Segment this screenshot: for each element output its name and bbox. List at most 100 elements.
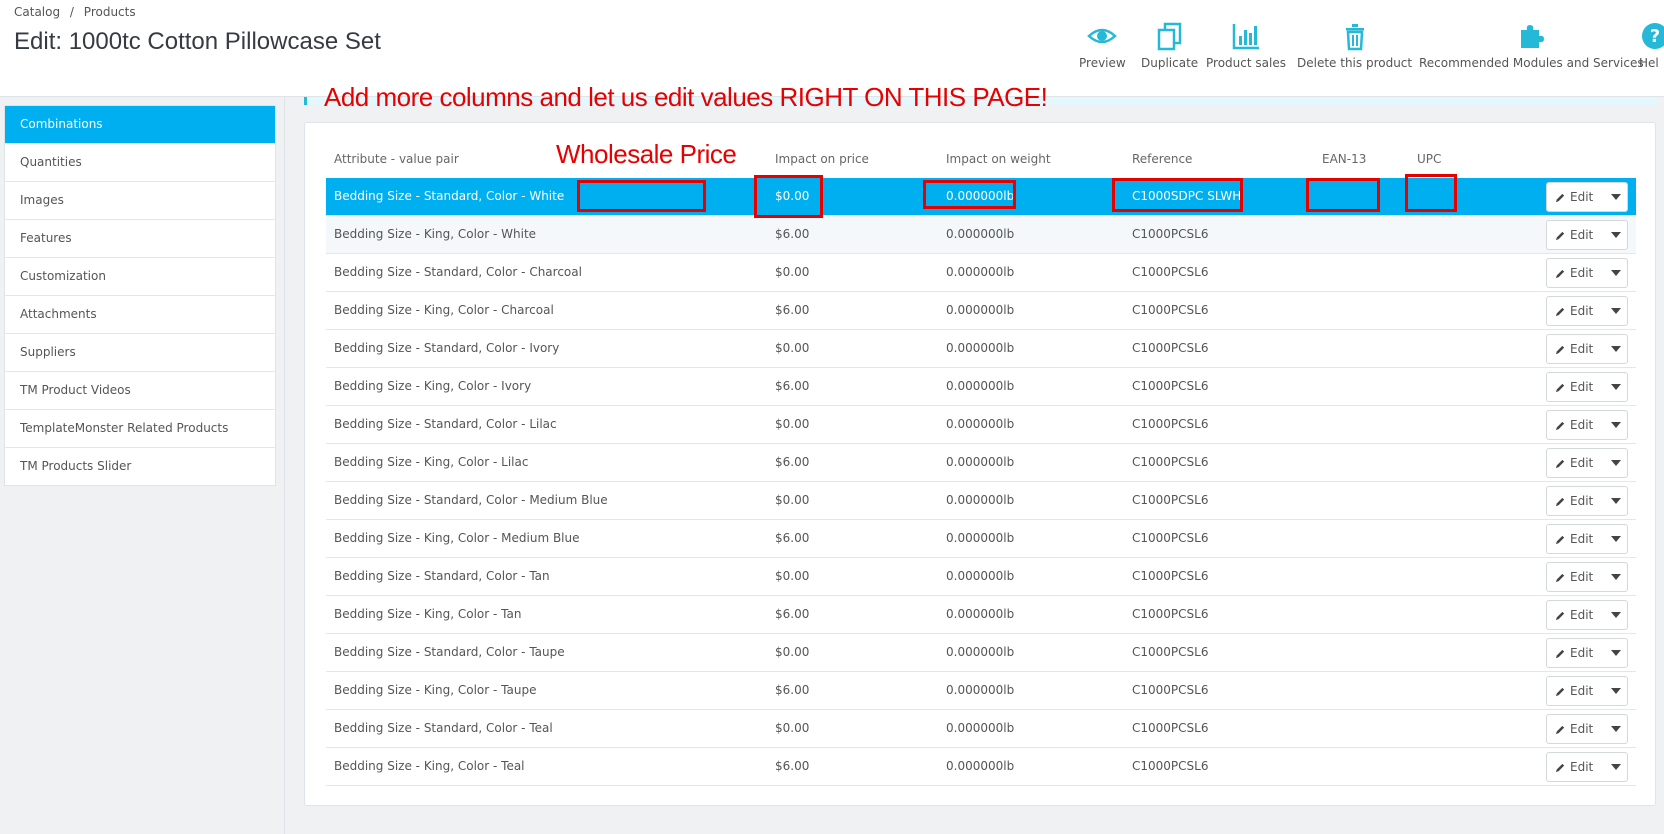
edit-dropdown-toggle[interactable] [1604, 384, 1627, 390]
cell-reference: C1000PCSL6 [1132, 607, 1209, 621]
preview-label: Preview [1079, 56, 1126, 70]
edit-dropdown-toggle[interactable] [1604, 232, 1627, 238]
tab-customization[interactable]: Customization [5, 258, 275, 296]
edit-button-group[interactable]: Edit [1546, 372, 1628, 402]
tab-quantities[interactable]: Quantities [5, 144, 275, 182]
edit-dropdown-toggle[interactable] [1604, 460, 1627, 466]
edit-button-group[interactable]: Edit [1546, 638, 1628, 668]
edit-dropdown-toggle[interactable] [1604, 764, 1627, 770]
edit-dropdown-toggle[interactable] [1604, 726, 1627, 732]
edit-button[interactable]: Edit [1547, 380, 1604, 394]
help-button[interactable]: ? Hel [1639, 20, 1664, 70]
edit-button-group[interactable]: Edit [1546, 714, 1628, 744]
tab-tm-products-slider[interactable]: TM Products Slider [5, 448, 275, 485]
tab-features[interactable]: Features [5, 220, 275, 258]
edit-button[interactable]: Edit [1547, 228, 1604, 242]
edit-dropdown-toggle[interactable] [1604, 536, 1627, 542]
tab-combinations[interactable]: Combinations [5, 106, 275, 144]
edit-button-group[interactable]: Edit [1546, 600, 1628, 630]
table-row[interactable]: Bedding Size - King, Color - Tan $6.00 0.0… [326, 596, 1636, 634]
cell-impact-price: $6.00 [775, 227, 810, 241]
help-icon: ? [1642, 23, 1664, 49]
edit-button[interactable]: Edit [1547, 722, 1604, 736]
edit-dropdown-toggle[interactable] [1604, 346, 1627, 352]
annotation-top: Add more columns and let us edit values … [324, 82, 1048, 112]
edit-button-group[interactable]: Edit [1546, 220, 1628, 250]
table-row[interactable]: Bedding Size - King, Color - White $6.00 0… [326, 216, 1636, 254]
edit-dropdown-toggle[interactable] [1604, 194, 1627, 200]
tab-tm-product-videos[interactable]: TM Product Videos [5, 372, 275, 410]
pencil-icon [1555, 535, 1565, 544]
edit-button[interactable]: Edit [1547, 608, 1604, 622]
cell-reference: C1000PCSL6 [1132, 645, 1209, 659]
edit-label: Edit [1570, 380, 1594, 394]
cell-impact-weight: 0.000000lb [946, 607, 1015, 621]
edit-button[interactable]: Edit [1547, 494, 1604, 508]
duplicate-button[interactable]: Duplicate [1141, 20, 1198, 70]
tab-attachments[interactable]: Attachments [5, 296, 275, 334]
product-sales-button[interactable]: Product sales [1206, 20, 1286, 70]
edit-button[interactable]: Edit [1547, 570, 1604, 584]
edit-button[interactable]: Edit [1547, 190, 1604, 204]
table-row[interactable]: Bedding Size - Standard, Color - Ivory $0… [326, 330, 1636, 368]
table-row[interactable]: Bedding Size - Standard, Color - Medium … [326, 482, 1636, 520]
edit-button[interactable]: Edit [1547, 646, 1604, 660]
caret-down-icon [1610, 688, 1621, 694]
edit-dropdown-toggle[interactable] [1604, 650, 1627, 656]
edit-button-group[interactable]: Edit [1546, 182, 1628, 212]
table-row[interactable]: Bedding Size - King, Color - Lilac $6.00 0… [326, 444, 1636, 482]
edit-button[interactable]: Edit [1547, 342, 1604, 356]
edit-button[interactable]: Edit [1547, 418, 1604, 432]
annotation-box-price [754, 175, 823, 218]
edit-button-group[interactable]: Edit [1546, 676, 1628, 706]
edit-button[interactable]: Edit [1547, 760, 1604, 774]
edit-button[interactable]: Edit [1547, 266, 1604, 280]
edit-button-group[interactable]: Edit [1546, 334, 1628, 364]
edit-dropdown-toggle[interactable] [1604, 498, 1627, 504]
edit-button-group[interactable]: Edit [1546, 486, 1628, 516]
edit-dropdown-toggle[interactable] [1604, 688, 1627, 694]
table-row[interactable]: Bedding Size - King, Color - Ivory $6.00 0… [326, 368, 1636, 406]
edit-button-group[interactable]: Edit [1546, 562, 1628, 592]
table-row[interactable]: Bedding Size - King, Color - Teal $6.00 0.… [326, 748, 1636, 786]
table-row[interactable]: Bedding Size - King, Color - Taupe $6.00 0… [326, 672, 1636, 710]
edit-dropdown-toggle[interactable] [1604, 612, 1627, 618]
table-row[interactable]: Bedding Size - King, Color - Charcoal $6.… [326, 292, 1636, 330]
breadcrumb-separator: / [69, 5, 74, 19]
edit-button[interactable]: Edit [1547, 456, 1604, 470]
table-row[interactable]: Bedding Size - Standard, Color - Taupe $0… [326, 634, 1636, 672]
tab-images[interactable]: Images [5, 182, 275, 220]
edit-button-group[interactable]: Edit [1546, 410, 1628, 440]
caret-down-icon [1610, 574, 1621, 580]
breadcrumb-products[interactable]: Products [84, 5, 136, 19]
edit-button[interactable]: Edit [1547, 304, 1604, 318]
edit-dropdown-toggle[interactable] [1604, 574, 1627, 580]
edit-button[interactable]: Edit [1547, 532, 1604, 546]
edit-button[interactable]: Edit [1547, 684, 1604, 698]
cell-reference: C1000PCSL6 [1132, 683, 1209, 697]
edit-dropdown-toggle[interactable] [1604, 422, 1627, 428]
tab-suppliers[interactable]: Suppliers [5, 334, 275, 372]
recommended-label: Recommended Modules and Services [1419, 56, 1644, 70]
edit-button-group[interactable]: Edit [1546, 752, 1628, 782]
breadcrumb-catalog[interactable]: Catalog [14, 5, 60, 19]
edit-button-group[interactable]: Edit [1546, 524, 1628, 554]
pencil-icon [1555, 687, 1565, 696]
edit-button-group[interactable]: Edit [1546, 258, 1628, 288]
edit-button-group[interactable]: Edit [1546, 296, 1628, 326]
table-row[interactable]: Bedding Size - Standard, Color - Teal $0.… [326, 710, 1636, 748]
preview-button[interactable]: Preview [1079, 20, 1126, 70]
caret-down-icon [1610, 650, 1621, 656]
table-row[interactable]: Bedding Size - King, Color - Medium Blue… [326, 520, 1636, 558]
cell-impact-weight: 0.000000lb [946, 759, 1015, 773]
table-row[interactable]: Bedding Size - Standard, Color - Lilac $0… [326, 406, 1636, 444]
edit-dropdown-toggle[interactable] [1604, 308, 1627, 314]
delete-product-button[interactable]: Delete this product [1297, 20, 1412, 70]
table-row[interactable]: Bedding Size - Standard, Color - Tan $0.0… [326, 558, 1636, 596]
edit-button-group[interactable]: Edit [1546, 448, 1628, 478]
edit-dropdown-toggle[interactable] [1604, 270, 1627, 276]
tab-templatemonster-related[interactable]: TemplateMonster Related Products [5, 410, 275, 448]
cell-impact-weight: 0.000000lb [946, 379, 1015, 393]
table-row[interactable]: Bedding Size - Standard, Color - Charcoa… [326, 254, 1636, 292]
recommended-modules-button[interactable]: Recommended Modules and Services [1419, 20, 1644, 70]
